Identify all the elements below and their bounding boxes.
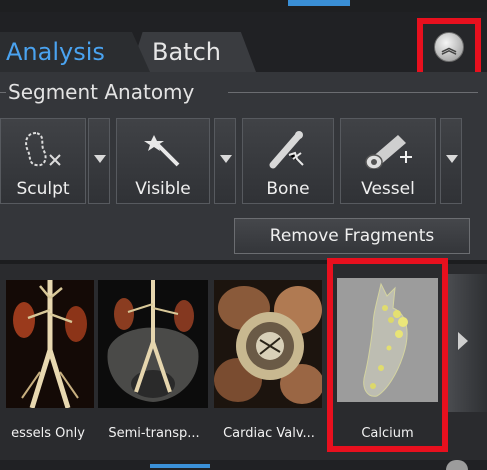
- bone-button[interactable]: Bone: [242, 118, 334, 204]
- sculpt-label: Sculpt: [16, 179, 70, 199]
- bottom-strip: [0, 460, 487, 470]
- calcium-highlight-box: [327, 258, 448, 452]
- bottom-button-edge: [446, 460, 468, 470]
- preset-thumb-semi-transparent[interactable]: [98, 280, 208, 408]
- vessel-label: Vessel: [361, 179, 415, 199]
- preset-gallery: essels Only Semi-transp... Cardiac Valv.…: [0, 258, 487, 470]
- group-divider-left: [0, 92, 6, 93]
- tab-analysis[interactable]: Analysis: [0, 32, 150, 72]
- sculpt-dropdown[interactable]: [88, 118, 110, 204]
- top-accent: [288, 0, 350, 6]
- chevron-right-icon: [458, 332, 468, 350]
- preset-label-vessels-only: essels Only: [11, 426, 85, 441]
- remove-fragments-button[interactable]: Remove Fragments: [234, 218, 470, 254]
- chevron-down-icon: [94, 155, 106, 163]
- visible-label: Visible: [135, 179, 191, 199]
- bone-removal-icon: [243, 129, 333, 178]
- chevron-down-icon: [220, 155, 232, 163]
- top-bar: [0, 0, 487, 12]
- segment-anatomy-title: Segment Anatomy: [8, 80, 195, 104]
- group-divider: [228, 92, 478, 93]
- preset-label-cardiac-valve: Cardiac Valv...: [223, 426, 315, 441]
- segment-anatomy-panel: Segment Anatomy Sculpt Visible Bone Vess…: [0, 72, 487, 260]
- preset-thumb-cardiac-valve[interactable]: [214, 280, 322, 408]
- bone-label: Bone: [266, 179, 310, 199]
- bottom-accent: [150, 464, 210, 468]
- vessel-dropdown[interactable]: [440, 118, 462, 204]
- preset-label-semi-transparent: Semi-transp...: [108, 426, 200, 441]
- vessel-add-icon: [341, 129, 435, 178]
- collapse-highlight-box: ︽: [417, 18, 481, 78]
- visible-dropdown[interactable]: [214, 118, 236, 204]
- vessel-button[interactable]: Vessel: [340, 118, 436, 204]
- gallery-next-button[interactable]: [448, 274, 487, 412]
- preset-thumb-vessels-only[interactable]: [6, 280, 94, 408]
- sculpt-button[interactable]: Sculpt: [0, 118, 86, 204]
- tab-batch[interactable]: Batch: [130, 32, 256, 72]
- double-chevron-up-icon[interactable]: ︽: [434, 32, 464, 62]
- sculpt-icon: [1, 129, 85, 178]
- magic-wand-icon: [117, 129, 209, 178]
- tab-bar: Batch Analysis: [0, 12, 487, 72]
- visible-button[interactable]: Visible: [116, 118, 210, 204]
- chevron-down-icon: [446, 155, 458, 163]
